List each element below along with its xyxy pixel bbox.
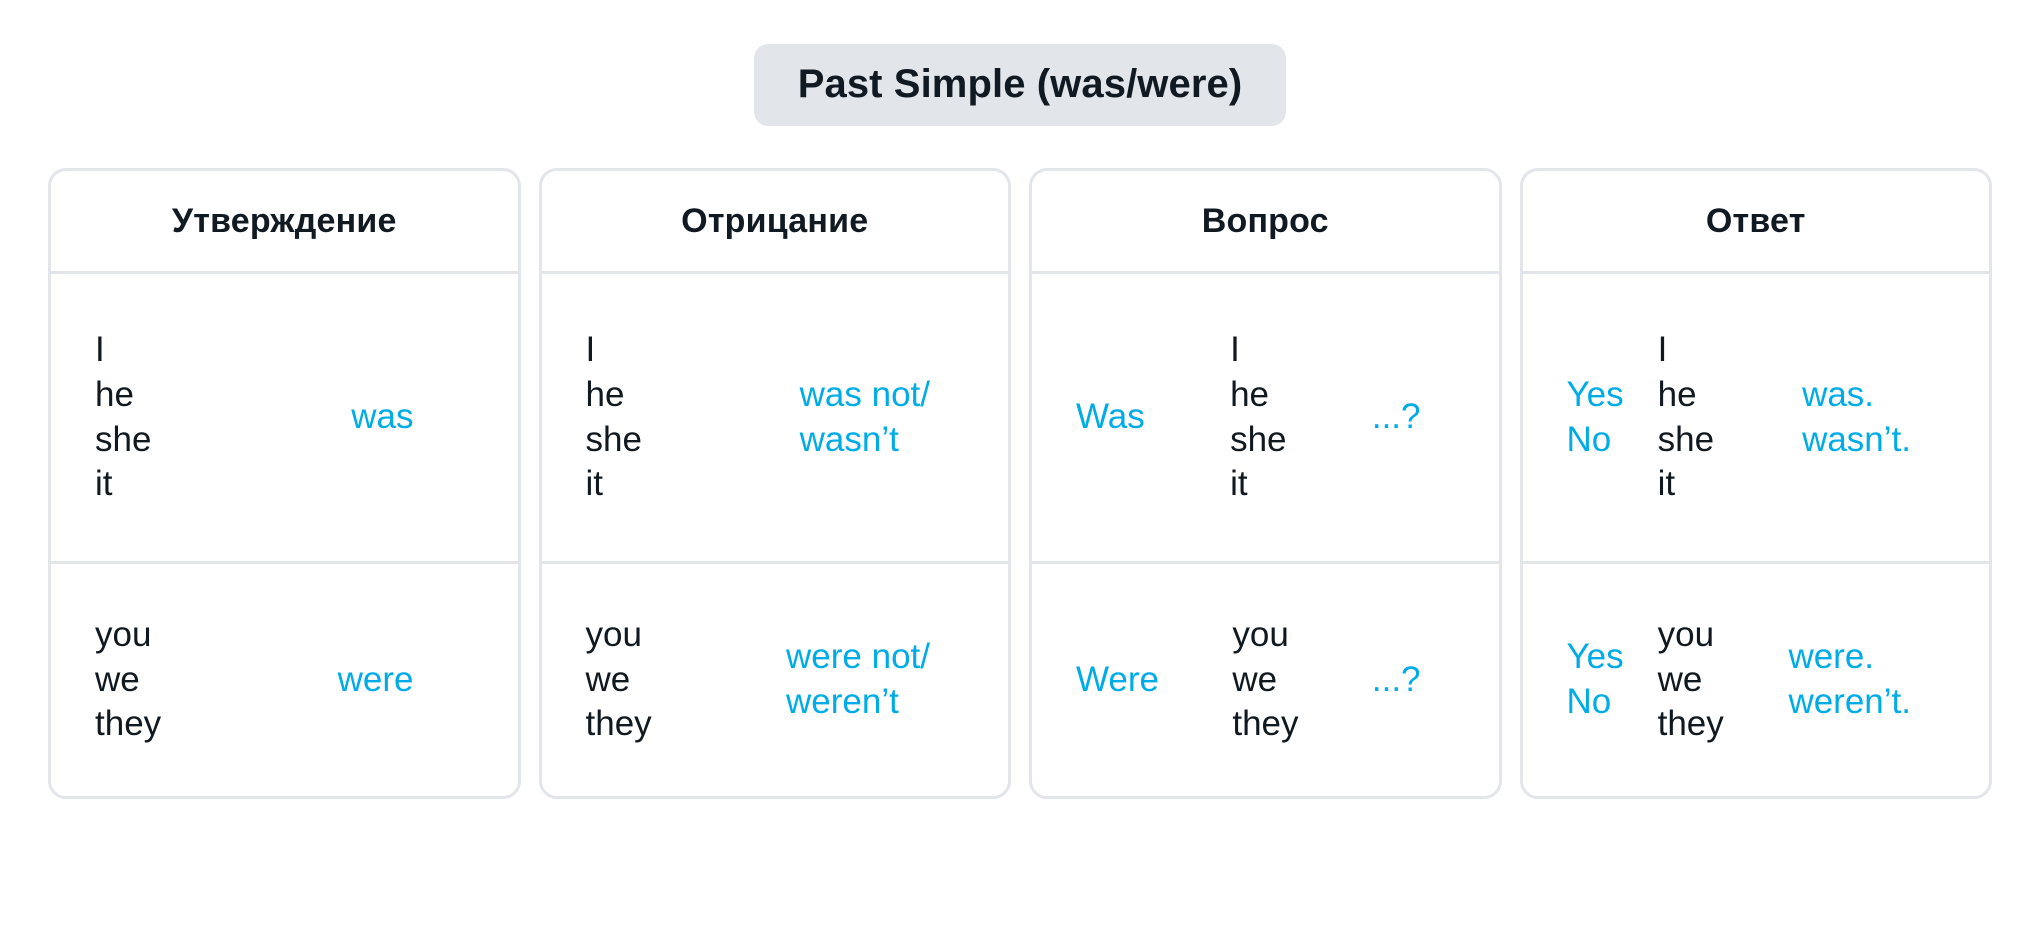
pronoun-item: we — [585, 659, 631, 699]
verb-item: was — [351, 397, 414, 437]
pronoun-item: it — [1230, 464, 1248, 504]
verb-item: were — [337, 659, 414, 699]
pronoun-item: she — [1230, 419, 1287, 459]
pronoun-group: you we they — [1658, 613, 1724, 747]
pronoun-item: you — [1232, 614, 1289, 654]
title-area: Past Simple (was/were) — [0, 0, 2040, 126]
pronoun-item: he — [95, 374, 134, 414]
pronoun-item: he — [585, 374, 625, 414]
pronoun-item: they — [1232, 704, 1299, 744]
pronoun-group: I he she it — [586, 328, 642, 507]
yes-no-item: No — [1566, 419, 1612, 459]
table-row: you we they were — [51, 564, 518, 796]
auxiliary-item: Were — [1076, 659, 1159, 699]
pronoun-item: I — [95, 329, 105, 369]
table-row: I he she it was not/ wasn’t — [541, 274, 1008, 564]
pronoun-item: I — [1657, 329, 1668, 369]
column-header-affirmative: Утверждение — [51, 171, 518, 274]
column-header-label: Утверждение — [171, 201, 397, 240]
column-header-label: Отрицание — [681, 201, 869, 240]
pronoun-item: they — [95, 704, 162, 744]
verb-item: wasn’t — [799, 419, 899, 459]
column-header-negative: Отрицание — [541, 171, 1008, 274]
pronoun-item: you — [585, 614, 642, 654]
pronoun-item: it — [1657, 464, 1676, 504]
table-row: I he she it was — [51, 274, 518, 564]
column-header-label: Вопрос — [1201, 201, 1329, 240]
yes-no-group: Yes No — [1567, 373, 1624, 463]
columns-container: Утверждение I he she it was you we they … — [0, 126, 2040, 799]
pronoun-item: I — [1230, 329, 1240, 369]
verb-item: was not/ — [799, 374, 930, 414]
yes-no-item: Yes — [1566, 637, 1624, 677]
column-card-affirmative: Утверждение I he she it was you we they … — [48, 168, 521, 799]
yes-no-item: No — [1566, 682, 1612, 721]
verb-group: were. weren’t. — [1788, 635, 1911, 725]
auxiliary-group: Was — [1076, 395, 1145, 440]
verb-group: was — [351, 395, 413, 440]
verb-item: was. — [1802, 374, 1875, 414]
pronoun-item: he — [1657, 374, 1697, 414]
pronoun-group: I he she it — [95, 328, 151, 507]
verb-group: were — [338, 658, 414, 703]
column-card-negative: Отрицание I he she it was not/ wasn’t yo… — [538, 168, 1011, 799]
auxiliary-item: Was — [1076, 397, 1145, 437]
column-card-answer: Ответ Yes No I he she it was. wasn’t. Ye… — [1519, 168, 1992, 799]
table-row: Was I he she it ...? — [1032, 274, 1499, 564]
verb-item: weren’t — [786, 682, 899, 721]
column-header-label: Ответ — [1705, 201, 1806, 240]
pronoun-item: it — [95, 464, 113, 504]
auxiliary-group: Were — [1076, 658, 1159, 703]
pronoun-item: it — [585, 464, 604, 504]
pronoun-item: you — [95, 614, 152, 654]
pronoun-item: he — [1230, 374, 1269, 414]
question-tail-group: ...? — [1372, 658, 1421, 703]
pronoun-group: you we they — [1232, 613, 1298, 747]
pronoun-item: they — [1657, 704, 1724, 744]
pronoun-group: you we they — [586, 613, 652, 747]
question-tail-item: ...? — [1371, 659, 1421, 699]
verb-item: wasn’t. — [1802, 419, 1911, 459]
grammar-table-page: Past Simple (was/were) Утверждение I he … — [0, 0, 2040, 930]
table-row: Were you we they ...? — [1032, 564, 1499, 796]
table-row: Yes No you we they were. weren’t. — [1523, 564, 1990, 796]
column-header-question: Вопрос — [1032, 171, 1499, 274]
pronoun-group: you we they — [95, 613, 161, 747]
pronoun-item: you — [1657, 614, 1715, 654]
pronoun-item: I — [585, 329, 596, 369]
pronoun-group: I he she it — [1230, 328, 1286, 507]
pronoun-item: she — [585, 419, 642, 459]
verb-group: was. wasn’t. — [1802, 373, 1911, 463]
table-row: Yes No I he she it was. wasn’t. — [1522, 274, 1989, 564]
table-row: you we they were not/ weren’t — [542, 564, 1009, 796]
page-title: Past Simple (was/were) — [753, 44, 1287, 126]
yes-no-item: Yes — [1566, 374, 1624, 414]
question-tail-item: ...? — [1371, 397, 1421, 437]
question-tail-group: ...? — [1372, 395, 1421, 440]
pronoun-item: they — [585, 704, 652, 744]
verb-item: were. — [1788, 637, 1875, 677]
verb-item: were not/ — [786, 637, 930, 677]
verb-group: was not/ wasn’t — [800, 373, 930, 463]
pronoun-item: we — [1657, 659, 1703, 699]
pronoun-item: she — [1657, 419, 1715, 459]
verb-group: were not/ weren’t — [786, 635, 930, 725]
pronoun-item: we — [95, 659, 140, 699]
column-header-answer: Ответ — [1522, 171, 1989, 274]
yes-no-group: Yes No — [1567, 635, 1624, 725]
pronoun-group: I he she it — [1658, 328, 1714, 507]
pronoun-item: she — [95, 419, 152, 459]
pronoun-item: we — [1232, 659, 1278, 699]
column-card-question: Вопрос Was I he she it ...? Were you we … — [1029, 168, 1502, 799]
verb-item: weren’t. — [1788, 682, 1911, 721]
